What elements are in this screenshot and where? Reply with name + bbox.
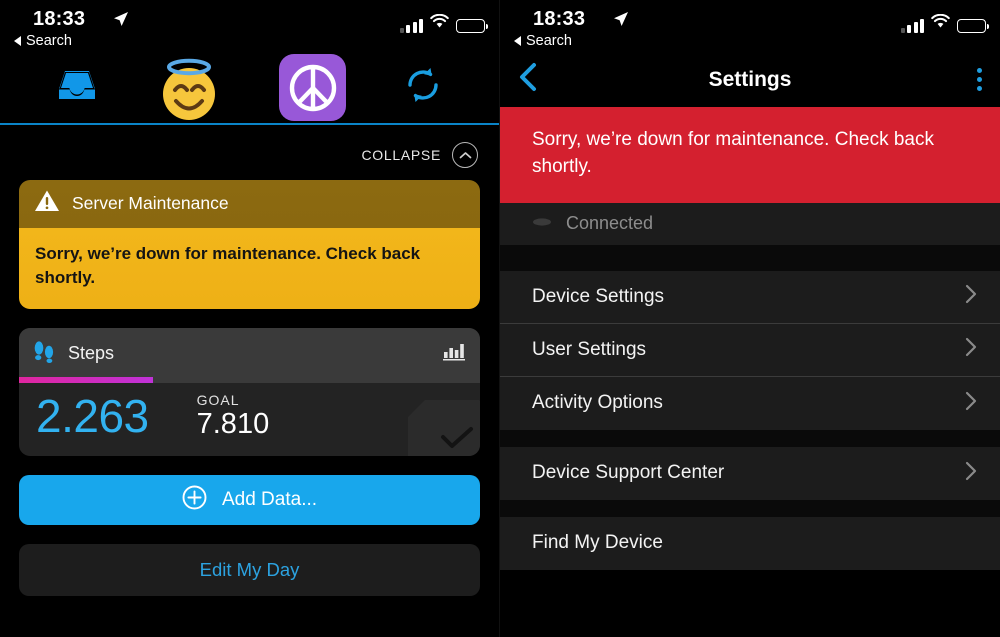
chevron-up-icon[interactable] [452, 142, 478, 168]
settings-row-device-settings[interactable]: Device Settings [500, 271, 1000, 324]
triangle-left-icon [14, 36, 21, 46]
steps-goal-corner [408, 400, 480, 457]
obscured-row-label: Connected [566, 213, 654, 234]
steps-title: Steps [68, 342, 115, 363]
settings-row-device-support-center[interactable]: Device Support Center [500, 447, 1000, 500]
back-to-search-label: Search [26, 33, 72, 49]
sync-tab[interactable] [403, 65, 443, 110]
settings-nav-bar: Settings [500, 52, 1000, 107]
cellular-signal-icon [399, 19, 423, 33]
chevron-right-icon [965, 337, 977, 362]
dual-phone-screenshot: 18:33 Search COLLAPSE Server Maintenance… [0, 0, 1000, 637]
settings-row-activity-options[interactable]: Activity Options [500, 377, 1000, 430]
collapse-control[interactable]: COLLAPSE [0, 125, 499, 177]
chevron-left-icon[interactable] [518, 62, 538, 97]
wifi-icon [931, 13, 950, 33]
inbox-icon [56, 65, 98, 110]
back-to-search-label: Search [526, 33, 572, 49]
steps-value: 2.263 [36, 389, 149, 442]
settings-row-user-settings[interactable]: User Settings [500, 324, 1000, 377]
status-bar-right: 18:33 Search [500, 0, 1000, 52]
section-gap [500, 429, 1000, 447]
back-to-search-link[interactable]: Search [514, 33, 572, 49]
plus-circle-icon [182, 485, 207, 516]
alert-header: Server Maintenance [19, 180, 480, 228]
overflow-menu-icon[interactable] [977, 68, 982, 91]
chevron-right-icon [965, 284, 977, 309]
steps-card[interactable]: Steps 2.263 GOAL 7.810 [19, 327, 480, 457]
settings-row-find-my-device[interactable]: Find My Device [500, 517, 1000, 570]
status-time: 18:33 [533, 8, 586, 30]
collapse-label: COLLAPSE [361, 147, 441, 163]
battery-icon [957, 19, 989, 33]
chevron-right-icon [965, 461, 977, 486]
cellular-signal-icon [900, 19, 924, 33]
settings-group-1: Device Settings User Settings Activity O… [500, 270, 1000, 430]
alert-title: Server Maintenance [72, 193, 229, 213]
list-item-label: Find My Device [532, 532, 663, 554]
edit-my-day-label: Edit My Day [199, 559, 300, 581]
left-phone-pane: 18:33 Search COLLAPSE Server Maintenance… [0, 0, 500, 637]
list-item-label: User Settings [532, 338, 647, 360]
status-indicators [399, 13, 488, 33]
edit-my-day-button[interactable]: Edit My Day [19, 544, 480, 597]
wifi-icon [430, 13, 449, 33]
bar-chart-icon[interactable] [442, 341, 466, 366]
back-to-search-link[interactable]: Search [14, 33, 72, 49]
server-maintenance-alert[interactable]: Server Maintenance Sorry, we’re down for… [19, 180, 480, 309]
footprints-icon [33, 339, 55, 368]
add-data-label: Add Data... [221, 489, 318, 511]
peace-tab[interactable] [279, 54, 347, 121]
device-icon [532, 215, 552, 233]
section-gap [500, 499, 1000, 517]
obscured-connected-row[interactable]: Connected [500, 202, 1000, 245]
maintenance-banner: Sorry, we’re down for maintenance. Check… [500, 107, 1000, 203]
list-item-label: Device Support Center [532, 462, 725, 484]
add-data-button[interactable]: Add Data... [19, 475, 480, 526]
list-item-label: Activity Options [532, 392, 663, 414]
smiling-face-with-halo-emoji [155, 54, 223, 122]
warning-triangle-icon [34, 189, 60, 218]
steps-goal-label: GOAL [196, 391, 240, 408]
list-item-label: Device Settings [532, 285, 665, 307]
status-bar-left: 18:33 Search [0, 0, 499, 52]
top-tab-bar [0, 52, 499, 125]
peace-symbol-icon [279, 54, 347, 121]
status-time: 18:33 [33, 8, 86, 30]
sync-refresh-icon [403, 65, 443, 110]
section-gap [500, 244, 1000, 271]
steps-goal: GOAL 7.810 [197, 392, 270, 441]
smiling-face-halo-tab[interactable] [155, 54, 223, 122]
settings-group-2: Device Support Center [500, 446, 1000, 500]
checkmark-icon [441, 427, 473, 449]
steps-card-header: Steps [19, 327, 480, 377]
status-indicators [900, 13, 989, 33]
chevron-right-icon [965, 391, 977, 416]
triangle-left-icon [514, 36, 521, 46]
steps-card-body: 2.263 GOAL 7.810 [19, 383, 480, 457]
page-title: Settings [708, 67, 792, 91]
battery-icon [456, 19, 488, 33]
alert-message: Sorry, we’re down for maintenance. Check… [19, 228, 480, 309]
right-phone-pane: 18:33 Search Settings Sorry, we’re down … [500, 0, 1000, 637]
settings-group-3: Find My Device [500, 516, 1000, 570]
steps-goal-value: 7.810 [196, 407, 270, 440]
inbox-tab[interactable] [56, 65, 98, 110]
